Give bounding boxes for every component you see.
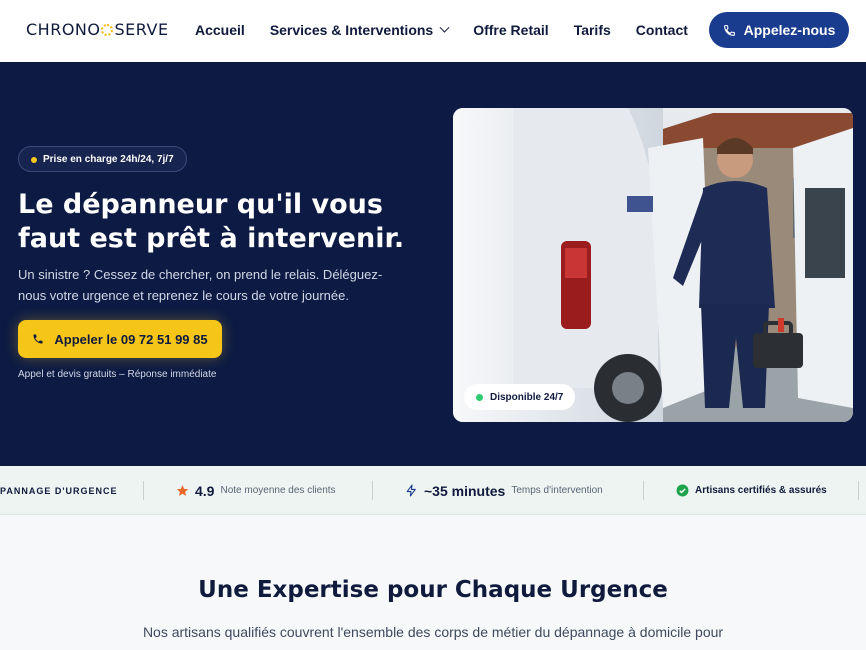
stat-certified: Artisans certifiés & assurés <box>676 466 827 515</box>
call-us-label: Appelez-nous <box>743 22 836 38</box>
section-description: Nos artisans qualifiés couvrent l'ensemb… <box>142 624 724 640</box>
divider <box>372 481 373 500</box>
nav-accueil[interactable]: Accueil <box>195 22 245 38</box>
hero-title: Le dépanneur qu'il vous faut est prêt à … <box>18 189 405 254</box>
call-us-button[interactable]: Appelez-nous <box>709 12 849 48</box>
availability-badge: Prise en charge 24h/24, 7j/7 <box>18 146 187 172</box>
time-value: ~35 minutes <box>424 482 506 499</box>
nav-contact[interactable]: Contact <box>636 22 688 38</box>
chevron-down-icon <box>439 22 450 33</box>
divider <box>143 481 144 500</box>
call-phone-button[interactable]: Appeler le 09 72 51 99 85 <box>18 320 222 358</box>
hero-section: Prise en charge 24h/24, 7j/7 Le dépanneu… <box>0 62 866 466</box>
availability-chip: Disponible 24/7 <box>464 384 576 410</box>
hero-description: Un sinistre ? Cessez de chercher, on pre… <box>18 267 383 303</box>
badge-label: Prise en charge 24h/24, 7j/7 <box>43 153 174 165</box>
technician-van-photo <box>453 108 853 422</box>
stat-urgence-label: PANNAGE D'URGENCE <box>0 485 118 496</box>
stat-time: ~35 minutes Temps d'intervention <box>405 466 603 515</box>
call-phone-label: Appeler le 09 72 51 99 85 <box>54 331 208 347</box>
hero-note: Appel et devis gratuits – Réponse immédi… <box>18 369 217 380</box>
nav-label: Services & Interventions <box>269 22 434 38</box>
site-header: CHRONO SERVE Accueil Services & Intervent… <box>0 0 866 62</box>
phone-icon <box>33 334 43 344</box>
nav-tarifs[interactable]: Tarifs <box>574 22 611 38</box>
logo-text-left: CHRONO <box>26 20 101 39</box>
nav-label: Offre Retail <box>473 22 549 38</box>
rating-text: Note moyenne des clients <box>220 485 336 496</box>
logo-gear-icon <box>101 24 114 36</box>
time-text: Temps d'intervention <box>511 485 603 496</box>
star-icon <box>176 485 189 496</box>
logo[interactable]: CHRONO SERVE <box>26 20 169 39</box>
main-nav: Accueil Services & Interventions Offre R… <box>195 22 688 38</box>
nav-label: Tarifs <box>573 22 611 38</box>
check-circle-icon <box>676 484 689 497</box>
stat-rating: 4.9 Note moyenne des clients <box>176 466 336 515</box>
section-title: Une Expertise pour Chaque Urgence <box>198 577 668 603</box>
divider <box>643 481 644 500</box>
availability-label: Disponible 24/7 <box>490 391 564 403</box>
nav-services[interactable]: Services & Interventions <box>269 22 450 38</box>
nav-label: Contact <box>635 22 688 38</box>
hero-image <box>453 108 853 422</box>
divider <box>858 481 859 500</box>
stats-bar: PANNAGE D'URGENCE 4.9 Note moyenne des c… <box>0 466 866 515</box>
rating-value: 4.9 <box>195 482 215 499</box>
phone-icon <box>723 24 735 36</box>
logo-text-right: SERVE <box>114 20 169 39</box>
nav-label: Accueil <box>195 22 245 38</box>
nav-offre-retail[interactable]: Offre Retail <box>473 22 548 38</box>
certified-text: Artisans certifiés & assurés <box>695 485 827 496</box>
stat-urgence: PANNAGE D'URGENCE <box>0 466 117 515</box>
lightning-icon <box>406 484 416 497</box>
